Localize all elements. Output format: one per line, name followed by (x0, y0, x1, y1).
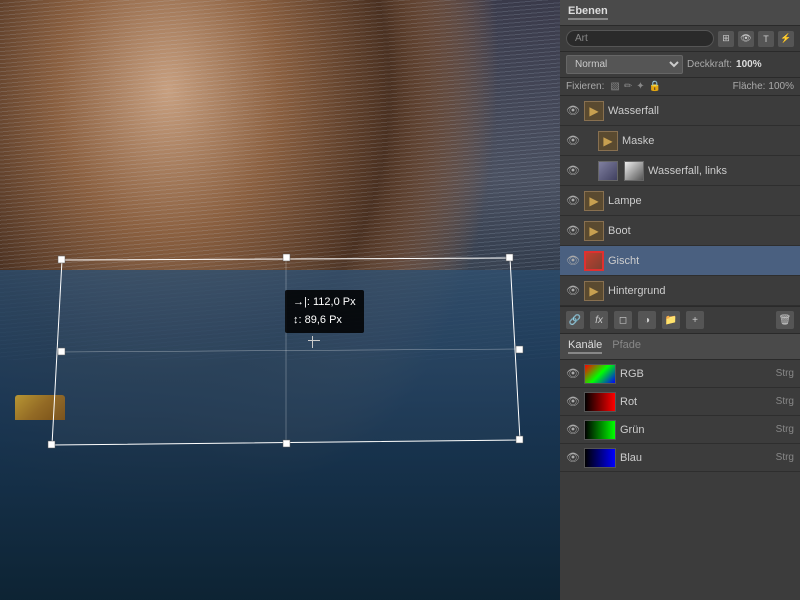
eye-icon-hintergrund[interactable]: 👁 (566, 284, 580, 298)
layer-thumb-gischt (584, 251, 604, 271)
eye-icon-lampe[interactable]: 👁 (566, 194, 580, 208)
fixieren-label: Fixieren: (566, 81, 604, 92)
adjustment-btn[interactable]: ◑ (638, 311, 656, 329)
channel-item-rgb[interactable]: 👁 RGB Strg (560, 360, 800, 388)
layer-item-wasserfall[interactable]: 👁 ▶ Wasserfall (560, 96, 800, 126)
layer-item-gischt[interactable]: 👁 Gischt (560, 246, 800, 276)
channel-shortcut-blau: Strg (776, 452, 794, 463)
boat-element (15, 395, 65, 420)
lock-paint-icon[interactable]: ✏ (624, 81, 632, 92)
channels-panel-header: Kanäle Pfade (560, 334, 800, 360)
filter-btn[interactable]: ⊞ (718, 31, 734, 47)
add-mask-btn[interactable]: ◻ (614, 311, 632, 329)
delete-layer-btn[interactable]: 🗑 (776, 311, 794, 329)
layer-name-hintergrund: Hintergrund (608, 285, 794, 297)
eye-icon-gruen[interactable]: 👁 (566, 423, 580, 437)
channel-name-rot: Rot (620, 396, 772, 408)
new-folder-btn[interactable]: 📁 (662, 311, 680, 329)
layer-name-lampe: Lampe (608, 195, 794, 207)
channel-thumb-blau (584, 448, 616, 468)
channel-shortcut-rot: Strg (776, 396, 794, 407)
layer-name-wasserfall: Wasserfall (608, 105, 794, 117)
layers-toolbar: Art ⊞ 👁 T ⚡ (560, 26, 800, 52)
layer-thumb-hintergrund: ▶ (584, 281, 604, 301)
layer-item-lampe[interactable]: 👁 ▶ Lampe (560, 186, 800, 216)
channel-thumb-gruen (584, 420, 616, 440)
canvas-area[interactable]: →|: 112,0 Px ↕: 89,6 Px (0, 0, 560, 600)
layer-thumb-wl (598, 161, 618, 181)
layers-panel: Ebenen Art ⊞ 👁 T ⚡ Normal Deckkraft: 100… (560, 0, 800, 334)
fx-btn[interactable]: fx (590, 311, 608, 329)
layer-item-wasserfall-links[interactable]: 👁 Wasserfall, links (560, 156, 800, 186)
lock-row: Fixieren: ▧ ✏ ✦ 🔒 Fläche: 100% (560, 78, 800, 96)
layer-search[interactable]: Art (566, 30, 714, 47)
layer-thumb-lampe: ▶ (584, 191, 604, 211)
fill-area: Fläche: 100% (733, 81, 794, 92)
channel-name-rgb: RGB (620, 368, 772, 380)
eye-icon-rgb[interactable]: 👁 (566, 367, 580, 381)
blend-opacity-row: Normal Deckkraft: 100% (560, 52, 800, 78)
channel-item-gruen[interactable]: 👁 Grün Strg (560, 416, 800, 444)
channel-item-rot[interactable]: 👁 Rot Strg (560, 388, 800, 416)
new-layer-btn[interactable]: + (686, 311, 704, 329)
layer-thumb-wasserfall: ▶ (584, 101, 604, 121)
eye-icon-wasserfall-links[interactable]: 👁 (566, 164, 580, 178)
channel-item-blau[interactable]: 👁 Blau Strg (560, 444, 800, 472)
attr-btn[interactable]: ⚡ (778, 31, 794, 47)
channel-name-gruen: Grün (620, 424, 772, 436)
link-layers-btn[interactable]: 🔗 (566, 311, 584, 329)
right-panel: Ebenen Art ⊞ 👁 T ⚡ Normal Deckkraft: 100… (560, 0, 800, 600)
eye-icon-wasserfall[interactable]: 👁 (566, 104, 580, 118)
eye-icon-maske[interactable]: 👁 (566, 134, 580, 148)
eye-icon-gischt[interactable]: 👁 (566, 254, 580, 268)
visibility-btn[interactable]: 👁 (738, 31, 754, 47)
eye-icon-blau[interactable]: 👁 (566, 451, 580, 465)
opacity-row: Deckkraft: 100% (687, 59, 794, 70)
layers-panel-header: Ebenen (560, 0, 800, 26)
channel-thumb-rot (584, 392, 616, 412)
layer-mask-thumb-wl (624, 161, 644, 181)
blend-mode-select[interactable]: Normal (566, 55, 683, 74)
opacity-label: Deckkraft: (687, 59, 732, 70)
lock-icons: ▧ ✏ ✦ 🔒 (610, 81, 661, 92)
lock-move-icon[interactable]: ✦ (636, 81, 644, 92)
layer-panel-actions: 🔗 fx ◻ ◑ 📁 + 🗑 (560, 306, 800, 334)
layer-name-maske: Maske (622, 135, 794, 147)
layer-name-boot: Boot (608, 225, 794, 237)
layer-item-hintergrund[interactable]: 👁 ▶ Hintergrund (560, 276, 800, 306)
layer-list: 👁 ▶ Wasserfall 👁 ▶ Maske 👁 (560, 96, 800, 306)
ocean-overlay (0, 270, 560, 600)
channel-shortcut-gruen: Strg (776, 424, 794, 435)
tab-kanaele[interactable]: Kanäle (568, 339, 602, 354)
channel-shortcut-rgb: Strg (776, 368, 794, 379)
channel-name-blau: Blau (620, 452, 772, 464)
layer-item-maske[interactable]: 👁 ▶ Maske (560, 126, 800, 156)
fill-value[interactable]: 100% (768, 81, 794, 92)
eye-icon-boot[interactable]: 👁 (566, 224, 580, 238)
eye-icon-rot[interactable]: 👁 (566, 395, 580, 409)
channel-thumb-rgb (584, 364, 616, 384)
search-placeholder: Art (575, 33, 588, 44)
layer-item-boot[interactable]: 👁 ▶ Boot (560, 216, 800, 246)
layer-thumb-boot: ▶ (584, 221, 604, 241)
layer-name-gischt: Gischt (608, 255, 794, 267)
opacity-value[interactable]: 100% (736, 59, 762, 70)
type-btn[interactable]: T (758, 31, 774, 47)
layer-name-wl: Wasserfall, links (648, 165, 794, 177)
layer-thumb-maske: ▶ (598, 131, 618, 151)
tab-ebenen[interactable]: Ebenen (568, 5, 608, 20)
tab-pfade[interactable]: Pfade (612, 339, 641, 354)
channels-panel: Kanäle Pfade 👁 RGB Strg 👁 Rot Strg 👁 Grü… (560, 334, 800, 600)
lock-all-icon[interactable]: 🔒 (649, 81, 661, 92)
fill-label: Fläche: (733, 81, 766, 92)
lock-transparent-icon[interactable]: ▧ (610, 81, 619, 92)
